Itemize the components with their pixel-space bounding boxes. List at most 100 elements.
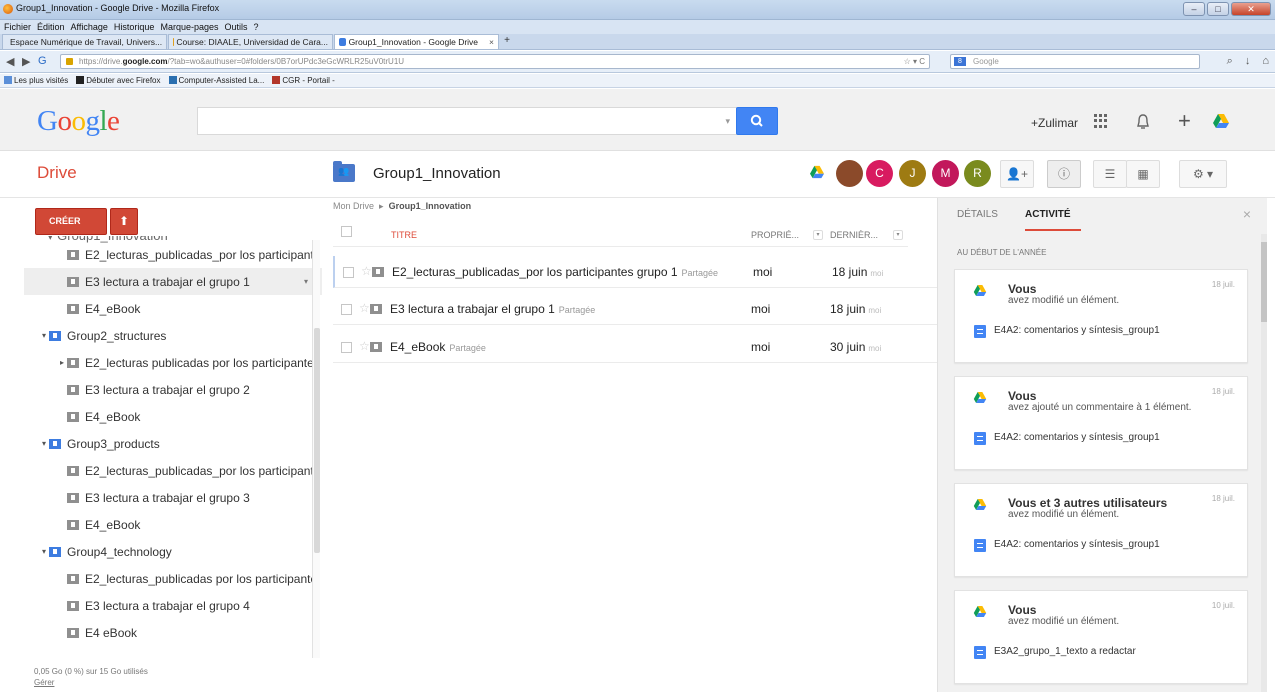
avatar-m[interactable]: M: [932, 160, 959, 187]
row-checkbox[interactable]: [341, 304, 352, 315]
activity-document-link[interactable]: E3A2_grupo_1_texto a redactar: [994, 646, 1136, 657]
upload-button[interactable]: ⬆: [110, 208, 138, 235]
avatar-c[interactable]: C: [866, 160, 893, 187]
browser-tab-drive[interactable]: Group1_Innovation - Google Drive ×: [334, 34, 499, 49]
panel-scrollbar[interactable]: [1261, 234, 1267, 692]
tree-item[interactable]: E3 lectura a trabajar el grupo 2: [24, 376, 322, 403]
menu-tools[interactable]: Outils: [225, 20, 248, 34]
avatar-r[interactable]: R: [964, 160, 991, 187]
close-icon[interactable]: ×: [1243, 206, 1251, 222]
column-owner[interactable]: PROPRIÉ...: [751, 230, 799, 240]
expand-toggle-icon[interactable]: ▾: [40, 547, 48, 556]
apps-grid-icon[interactable]: [1094, 114, 1108, 128]
bookmark-computer-assisted[interactable]: Computer-Assisted La...: [168, 74, 264, 87]
panel-scroll-thumb[interactable]: [1261, 242, 1267, 322]
activity-card[interactable]: Vous avez modifié un élément. 10 juil. E3A2…: [954, 590, 1248, 684]
tree-item[interactable]: E4_eBook: [24, 511, 322, 538]
bookmark-most-visited[interactable]: Les plus visités: [4, 74, 68, 87]
url-bar[interactable]: https://drive.google.com/?tab=wo&authuse…: [60, 54, 930, 69]
close-window-button[interactable]: ✕: [1231, 2, 1271, 16]
bookmark-cgr[interactable]: CGR - Portail -: [272, 74, 335, 87]
google-logo[interactable]: Google: [37, 105, 120, 138]
menu-view[interactable]: Affichage: [71, 20, 108, 34]
search-options-caret-icon[interactable]: ▾: [725, 116, 730, 127]
tree-item[interactable]: ▾ Group3_products: [24, 430, 322, 457]
bookmark-getting-started[interactable]: Débuter avec Firefox: [76, 74, 161, 87]
share-plus-icon[interactable]: +: [1178, 108, 1191, 134]
row-checkbox[interactable]: [343, 267, 354, 278]
star-icon[interactable]: ☆: [359, 339, 370, 353]
tree-item[interactable]: E3 lectura a trabajar el grupo 3: [24, 484, 322, 511]
browser-tab-ent[interactable]: Espace Numérique de Travail, Univers...: [2, 34, 167, 49]
drive-label[interactable]: Drive: [37, 163, 77, 183]
modified-sort-icon[interactable]: ▾: [893, 230, 903, 240]
star-icon[interactable]: ☆: [361, 264, 372, 278]
forward-icon[interactable]: ▶: [22, 55, 30, 68]
grid-view-button[interactable]: ▦: [1126, 160, 1160, 188]
column-modified[interactable]: DERNIÈR...: [830, 230, 878, 240]
activity-document-link[interactable]: E4A2: comentarios y síntesis_group1: [994, 432, 1160, 443]
tree-item[interactable]: E2_lecturas_publicadas_por los participa…: [24, 241, 322, 268]
sidebar-scrollbar[interactable]: [312, 240, 320, 658]
expand-toggle-icon[interactable]: ▾: [40, 331, 48, 340]
notification-bell-icon[interactable]: [1136, 114, 1150, 130]
settings-button[interactable]: ⚙ ▾: [1179, 160, 1227, 188]
menu-history[interactable]: Historique: [114, 20, 155, 34]
breadcrumb-root[interactable]: Mon Drive: [333, 201, 374, 211]
activity-card[interactable]: Vous avez ajouté un commentaire à 1 éléme…: [954, 376, 1248, 470]
tab-details[interactable]: DÉTAILS: [957, 209, 998, 220]
tree-item[interactable]: E4_eBook: [24, 403, 322, 430]
minimize-button[interactable]: –: [1183, 2, 1205, 16]
avatar-photo[interactable]: [836, 160, 863, 187]
activity-document-link[interactable]: E4A2: comentarios y síntesis_group1: [994, 539, 1160, 550]
create-button[interactable]: CRÉER: [35, 208, 107, 235]
tree-item[interactable]: E4 eBook: [24, 619, 322, 646]
drive-logo-icon[interactable]: [1212, 113, 1230, 129]
search-button[interactable]: [736, 107, 778, 135]
browser-search-input[interactable]: 8 Google: [950, 54, 1200, 69]
activity-card[interactable]: Vous et 3 autres utilisateurs avez modifi…: [954, 483, 1248, 577]
sidebar-scroll-thumb[interactable]: [314, 328, 320, 553]
add-people-button[interactable]: 👤+: [1000, 160, 1034, 188]
tree-item[interactable]: ▾ Group4_technology: [24, 538, 322, 565]
file-row-e2[interactable]: ☆ E2_lecturas_publicadas_por los partici…: [333, 256, 938, 288]
file-row-e4[interactable]: ☆ E4_eBook Partagée moi 30 juin moi: [333, 331, 938, 363]
star-icon[interactable]: ☆: [359, 301, 370, 315]
download-icon[interactable]: ↓: [1245, 55, 1251, 68]
tree-item[interactable]: E2_lecturas_publicadas por los participa…: [24, 565, 322, 592]
tree-item[interactable]: E4_eBook: [24, 295, 322, 322]
menu-bookmarks[interactable]: Marque-pages: [160, 20, 218, 34]
tab-activity[interactable]: ACTIVITÉ: [1025, 209, 1071, 220]
drive-search-input[interactable]: ▾: [197, 107, 737, 135]
avatar-j[interactable]: J: [899, 160, 926, 187]
file-row-e3[interactable]: ☆ E3 lectura a trabajar el grupo 1 Partag…: [333, 293, 938, 325]
browser-tab-course[interactable]: Course: DIAALE, Universidad de Cara...: [168, 34, 333, 49]
activity-card[interactable]: Vous avez modifié un élément. 18 juil. E4A2…: [954, 269, 1248, 363]
home-icon[interactable]: ⌂: [1262, 55, 1269, 68]
menu-help[interactable]: ?: [254, 20, 259, 34]
select-all-checkbox[interactable]: [341, 226, 352, 237]
tree-item[interactable]: E2_lecturas_publicadas_por los participa…: [24, 457, 322, 484]
details-button[interactable]: ⓘ: [1047, 160, 1081, 188]
column-title[interactable]: TITRE: [391, 230, 417, 240]
tree-item[interactable]: E3 lectura a trabajar el grupo 1 ▾: [24, 268, 322, 295]
activity-document-link[interactable]: E4A2: comentarios y síntesis_group1: [994, 325, 1160, 336]
menu-edit[interactable]: Édition: [37, 20, 65, 34]
new-tab-button[interactable]: +: [500, 34, 514, 48]
tree-item[interactable]: ▸ E2_lecturas publicadas por los particip…: [24, 349, 322, 376]
expand-toggle-icon[interactable]: ▸: [58, 358, 66, 367]
search-icon[interactable]: ⌕: [1227, 55, 1233, 68]
list-view-button[interactable]: ☰: [1093, 160, 1127, 188]
reload-icon[interactable]: ☆ ▾ C: [904, 55, 925, 68]
close-tab-icon[interactable]: ×: [489, 35, 494, 49]
tree-item[interactable]: E3 lectura a trabajar el grupo 4: [24, 592, 322, 619]
google-g-icon[interactable]: G: [38, 55, 47, 67]
expand-toggle-icon[interactable]: ▾: [40, 439, 48, 448]
user-profile-link[interactable]: +Zulimar: [1031, 116, 1078, 130]
menu-file[interactable]: Fichier: [4, 20, 31, 34]
tree-item[interactable]: ▾ Group2_structures: [24, 322, 322, 349]
back-icon[interactable]: ◀: [6, 55, 14, 68]
row-checkbox[interactable]: [341, 342, 352, 353]
owner-sort-icon[interactable]: ▾: [813, 230, 823, 240]
manage-storage-link[interactable]: Gérer: [34, 677, 148, 688]
